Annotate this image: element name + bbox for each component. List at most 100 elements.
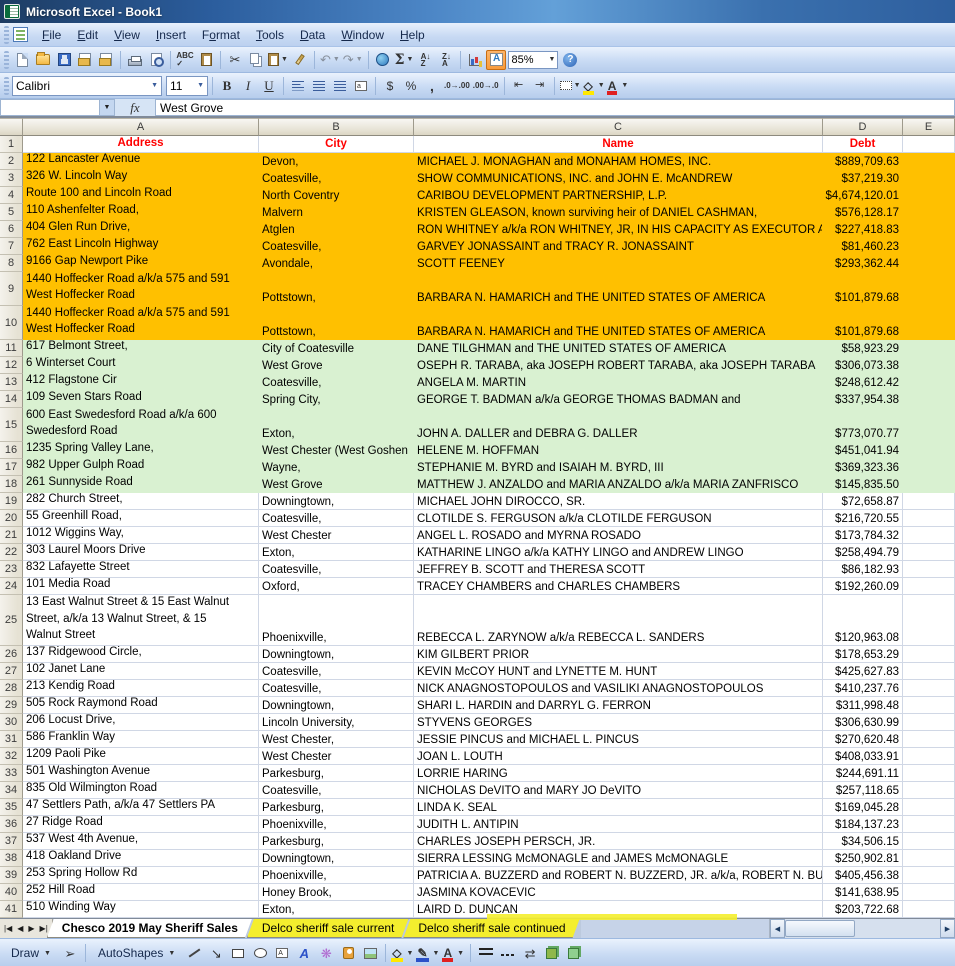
currency-button[interactable]: $ <box>380 76 400 96</box>
cell-name[interactable]: KATHARINE LINGO a/k/a KATHY LINGO and AN… <box>414 544 823 561</box>
cell-debt[interactable]: $369,323.36 <box>823 459 903 476</box>
zoom-combobox[interactable]: 85%▼ <box>507 50 559 70</box>
row-header-21[interactable]: 21 <box>0 527 23 544</box>
cell-address[interactable]: 501 Washington Avenue <box>23 765 259 782</box>
merge-center-button[interactable]: a <box>351 76 371 96</box>
cell-empty[interactable] <box>903 272 955 306</box>
cell-city[interactable]: Exton, <box>259 408 414 442</box>
formula-input[interactable]: West Grove <box>155 99 955 116</box>
borders-button[interactable]: ▼ <box>559 76 582 96</box>
copy-button[interactable] <box>246 50 266 70</box>
cell-city[interactable]: Avondale, <box>259 255 414 272</box>
cell-address[interactable]: 122 Lancaster Avenue <box>23 153 259 170</box>
cell-name[interactable]: ANGEL L. ROSADO and MYRNA ROSADO <box>414 527 823 544</box>
row-header-8[interactable]: 8 <box>0 255 23 272</box>
undo-dropdown-arrow[interactable]: ▼ <box>333 56 340 63</box>
cell-empty[interactable] <box>903 816 955 833</box>
help-button[interactable]: ? <box>560 50 580 70</box>
cell-address[interactable]: 9166 Gap Newport Pike <box>23 255 259 272</box>
column-header-A[interactable]: A <box>23 118 259 136</box>
cell-address[interactable]: 326 W. Lincoln Way <box>23 170 259 187</box>
cell-address[interactable]: 206 Locust Drive, <box>23 714 259 731</box>
cell-debt[interactable]: $258,494.79 <box>823 544 903 561</box>
cell-debt[interactable]: $141,638.95 <box>823 884 903 901</box>
cell-empty[interactable] <box>903 306 955 340</box>
redo-dropdown-arrow[interactable]: ▼ <box>356 56 363 63</box>
row-header-1[interactable]: 1 <box>0 136 23 153</box>
cell-empty[interactable] <box>903 595 955 646</box>
name-box[interactable] <box>0 99 100 116</box>
cell-debt[interactable]: $451,041.94 <box>823 442 903 459</box>
row-header-4[interactable]: 4 <box>0 187 23 204</box>
decrease-decimal-button[interactable]: .00→.0 <box>472 76 500 96</box>
cell-debt[interactable]: $293,362.44 <box>823 255 903 272</box>
sheet-tab[interactable]: Delco sheriff sale current <box>247 919 410 938</box>
row-header-36[interactable]: 36 <box>0 816 23 833</box>
fill-color-button-draw[interactable]: ◇▼ <box>391 943 414 963</box>
row-header-12[interactable]: 12 <box>0 357 23 374</box>
font-name-dropdown-arrow[interactable]: ▼ <box>151 82 158 89</box>
menu-edit[interactable]: Edit <box>69 25 106 45</box>
line-color-dropdown-arrow[interactable]: ▼ <box>433 950 440 957</box>
cell-city[interactable]: Oxford, <box>259 578 414 595</box>
cell-empty[interactable] <box>903 748 955 765</box>
row-header-32[interactable]: 32 <box>0 748 23 765</box>
row-header-16[interactable]: 16 <box>0 442 23 459</box>
cell-city[interactable]: Parkesburg, <box>259 799 414 816</box>
cell-debt[interactable]: $192,260.09 <box>823 578 903 595</box>
menu-data[interactable]: Data <box>292 25 333 45</box>
redo-button[interactable]: ↷▼ <box>342 50 364 70</box>
cell-name[interactable]: NICK ANAGNOSTOPOULOS and VASILIKI ANAGNO… <box>414 680 823 697</box>
cell-debt[interactable]: $169,045.28 <box>823 799 903 816</box>
cell-city[interactable]: Downingtown, <box>259 850 414 867</box>
cell-city[interactable]: Pottstown, <box>259 272 414 306</box>
sheet-tab[interactable]: Delco sheriff sale continued <box>403 919 580 938</box>
cell-address[interactable]: 252 Hill Road <box>23 884 259 901</box>
format-painter-button[interactable] <box>290 50 310 70</box>
new-button[interactable] <box>12 50 32 70</box>
cell-debt[interactable]: $34,506.15 <box>823 833 903 850</box>
shadow-style-button[interactable] <box>542 943 562 963</box>
percent-button[interactable]: % <box>401 76 421 96</box>
cell-debt[interactable]: $101,879.68 <box>823 306 903 340</box>
fill-color-dropdown-arrow[interactable]: ▼ <box>407 950 414 957</box>
cell-debt[interactable]: $425,627.83 <box>823 663 903 680</box>
column-header-B[interactable]: B <box>259 118 414 136</box>
cell-name[interactable]: PATRICIA A. BUZZERD and ROBERT N. BUZZER… <box>414 867 823 884</box>
cell-name[interactable]: MICHAEL J. MONAGHAN and MONAHAM HOMES, I… <box>414 153 823 170</box>
cell-city[interactable]: Honey Brook, <box>259 884 414 901</box>
scroll-right-button[interactable]: ▶ <box>940 919 955 938</box>
cell-address[interactable]: 55 Greenhill Road, <box>23 510 259 527</box>
menu-window[interactable]: Window <box>333 25 392 45</box>
row-header-27[interactable]: 27 <box>0 663 23 680</box>
cell-debt[interactable]: $145,835.50 <box>823 476 903 493</box>
horizontal-scrollbar[interactable]: ◀ ▶ <box>769 919 955 938</box>
cell-debt[interactable]: $889,709.63 <box>823 153 903 170</box>
cell-name[interactable]: REBECCA L. ZARYNOW a/k/a REBECCA L. SAND… <box>414 595 823 646</box>
underline-button[interactable]: U <box>259 76 279 96</box>
cell-city[interactable]: City of Coatesville <box>259 340 414 357</box>
row-header-5[interactable]: 5 <box>0 204 23 221</box>
cell-debt[interactable]: $216,720.55 <box>823 510 903 527</box>
cell-debt[interactable]: $120,963.08 <box>823 595 903 646</box>
row-header-18[interactable]: 18 <box>0 476 23 493</box>
scrollbar-thumb[interactable] <box>785 920 855 937</box>
diagram-button[interactable]: ❋ <box>316 943 336 963</box>
row-header-33[interactable]: 33 <box>0 765 23 782</box>
cell-name[interactable]: KIM GILBERT PRIOR <box>414 646 823 663</box>
cell-debt[interactable]: $72,658.87 <box>823 493 903 510</box>
cell-name[interactable]: SIERRA LESSING McMONAGLE and JAMES McMON… <box>414 850 823 867</box>
cell-city[interactable]: City <box>259 136 414 153</box>
cell-empty[interactable] <box>903 221 955 238</box>
column-header-E[interactable]: E <box>903 118 955 136</box>
cell-empty[interactable] <box>903 731 955 748</box>
cell-empty[interactable] <box>903 408 955 442</box>
cell-debt[interactable]: $81,460.23 <box>823 238 903 255</box>
menu-view[interactable]: View <box>106 25 148 45</box>
cell-empty[interactable] <box>903 493 955 510</box>
drawing-toggle-button[interactable] <box>486 50 506 70</box>
row-header-15[interactable]: 15 <box>0 408 23 442</box>
cell-name[interactable]: JUDITH L. ANTIPIN <box>414 816 823 833</box>
cell-city[interactable]: Wayne, <box>259 459 414 476</box>
autoshapes-menu-button[interactable]: AutoShapes▼ <box>91 943 182 963</box>
